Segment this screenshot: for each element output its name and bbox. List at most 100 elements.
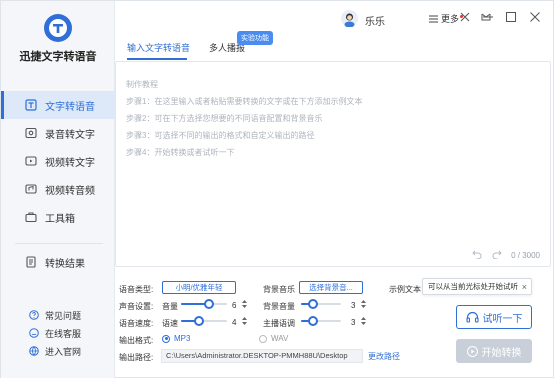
username[interactable]: 乐乐 — [365, 13, 385, 28]
rate-value: 4 — [232, 318, 237, 327]
experimental-badge: 实验功能 — [237, 31, 273, 45]
website-link[interactable]: 进入官网 — [1, 342, 115, 360]
active-tab-indicator — [127, 58, 187, 60]
bg-volume-stepper-icon[interactable] — [361, 299, 366, 309]
close-icon[interactable] — [529, 11, 541, 23]
pitch-slider-thumb[interactable] — [308, 316, 318, 326]
sidebar-item-label: 录音转文字 — [45, 129, 95, 141]
sidebar-item-label: 视频转文字 — [45, 157, 95, 169]
start-convert-button[interactable]: 开始转换 — [456, 339, 532, 363]
tab-input-text[interactable]: 输入文字转语音 — [127, 41, 190, 54]
headphones-icon — [465, 311, 479, 323]
rate-slider-thumb[interactable] — [194, 316, 205, 326]
pitch-stepper-icon[interactable] — [361, 316, 366, 326]
trial-listen-label: 试听一下 — [482, 313, 523, 325]
video-audio-icon — [25, 184, 37, 194]
start-convert-label: 开始转换 — [481, 347, 522, 359]
volume-value: 6 — [232, 301, 237, 310]
avatar[interactable] — [341, 10, 358, 27]
recording-icon — [25, 127, 37, 139]
faq-link[interactable]: 常见问题 — [1, 306, 115, 324]
sidebar-item-text-to-speech[interactable]: 文字转语音 — [1, 91, 115, 119]
rate-slider[interactable] — [181, 316, 227, 326]
tutorial-placeholder: 制作教程 步骤1：在这里输入或者粘贴需要转换的文字或在下方添加示例文本 步骤2：… — [126, 76, 362, 161]
format-mp3-label: MP3 — [174, 334, 191, 343]
pitch-slider[interactable] — [301, 316, 341, 326]
volume-stepper-icon[interactable] — [242, 299, 247, 309]
sidebar-nav: 文字转语音 录音转文字 视频转文字 视频转音频 工具箱 — [1, 91, 115, 231]
sidebar-item-toolbox[interactable]: 工具箱 — [1, 203, 115, 231]
voice-type-select[interactable]: 小明/优雅年轻 — [162, 281, 236, 294]
minimize-button-icon[interactable] — [482, 11, 494, 23]
undo-icon[interactable] — [472, 249, 482, 259]
more-label: 更多 — [441, 14, 460, 24]
more-menu[interactable]: 更多 — [429, 12, 464, 25]
bg-volume-label: 背景音量 — [263, 302, 295, 311]
bg-volume-slider[interactable] — [301, 299, 341, 309]
text-editor[interactable]: 制作教程 步骤1：在这里输入或者粘贴需要转换的文字或在下方添加示例文本 步骤2：… — [115, 61, 551, 267]
sidebar-item-results[interactable]: 转换结果 — [1, 248, 115, 276]
menu-icon — [429, 15, 438, 22]
redo-icon[interactable] — [492, 249, 502, 259]
maximize-icon[interactable] — [505, 11, 517, 23]
output-path-field[interactable]: C:\Users\Administrator.DESKTOP-PMMH88U\D… — [161, 349, 363, 363]
sidebar-item-recording-to-text[interactable]: 录音转文字 — [1, 119, 115, 147]
radio-circle — [259, 334, 267, 343]
format-wav-radio[interactable]: WAV — [259, 334, 288, 343]
sidebar-bottom-links: 常见问题 在线客服 进入官网 — [1, 306, 115, 360]
format-label: 输出格式: — [119, 336, 154, 345]
support-link-label: 在线客服 — [45, 328, 82, 339]
play-icon — [466, 345, 478, 357]
speed-label: 语音速度: — [119, 319, 154, 328]
sidebar-item-label: 转换结果 — [45, 258, 85, 270]
bg-music-select[interactable]: 选择背景音... — [299, 281, 363, 294]
voice-type-label: 语音类型: — [119, 285, 154, 294]
tutorial-step-4: 步骤4：开始转换或者试听一下 — [126, 148, 235, 157]
bg-volume-slider-thumb[interactable] — [308, 299, 318, 309]
website-link-label: 进入官网 — [45, 346, 82, 357]
support-icon — [29, 328, 39, 338]
tutorial-step-1: 步骤1：在这里输入或者粘贴需要转换的文字或在下方添加示例文本 — [126, 97, 363, 106]
pitch-value: 3 — [351, 318, 356, 327]
result-icon — [26, 256, 36, 268]
format-mp3-radio[interactable]: MP3 — [162, 334, 190, 343]
sidebar: 迅捷文字转语音 文字转语音 录音转文字 视频转文字 视频转音频 工具箱 转换结果… — [1, 1, 115, 378]
bg-music-label: 背景音乐 — [263, 285, 295, 294]
sample-text-label: 示例文本 — [389, 285, 421, 294]
skin-icon[interactable] — [459, 11, 471, 23]
voice-settings-label: 声音设置: — [119, 302, 154, 311]
bg-volume-value: 3 — [351, 301, 356, 310]
question-icon — [29, 310, 39, 320]
faq-link-label: 常见问题 — [45, 310, 82, 321]
toolbox-icon — [25, 212, 37, 223]
app-name: 迅捷文字转语音 — [19, 51, 97, 63]
sidebar-divider — [15, 243, 103, 244]
sidebar-item-label: 文字转语音 — [45, 101, 95, 113]
char-counter: 0 / 3000 — [511, 251, 540, 260]
tooltip-text: 可以从当前光标处开始试听 — [428, 282, 518, 291]
video-text-icon — [25, 156, 37, 166]
sidebar-item-video-to-audio[interactable]: 视频转音频 — [1, 175, 115, 203]
path-label: 输出路径: — [119, 353, 154, 362]
volume-slider[interactable] — [181, 299, 227, 309]
support-link[interactable]: 在线客服 — [1, 324, 115, 342]
sidebar-item-video-to-text[interactable]: 视频转文字 — [1, 147, 115, 175]
app-logo — [44, 14, 72, 42]
text-to-speech-icon — [25, 99, 37, 111]
radio-circle — [162, 334, 170, 343]
tooltip-close-icon[interactable]: × — [522, 282, 527, 292]
pitch-label: 主播语调 — [263, 319, 295, 328]
tutorial-title: 制作教程 — [126, 80, 158, 89]
sidebar-item-label: 工具箱 — [45, 213, 75, 225]
website-icon — [29, 346, 39, 356]
sidebar-item-label: 视频转音频 — [45, 185, 95, 197]
trial-listen-button[interactable]: 试听一下 — [456, 305, 532, 329]
volume-slider-thumb[interactable] — [203, 299, 214, 309]
tutorial-step-3: 步骤3：可选择不同的输出的格式和自定义输出的路径 — [126, 131, 315, 140]
trial-tooltip: 可以从当前光标处开始试听 × — [422, 278, 532, 295]
rate-stepper-icon[interactable] — [242, 316, 247, 326]
change-path-link[interactable]: 更改路径 — [368, 351, 400, 362]
volume-label: 音量 — [162, 302, 178, 311]
app-window: 迅捷文字转语音 文字转语音 录音转文字 视频转文字 视频转音频 工具箱 转换结果… — [0, 0, 554, 378]
tutorial-step-2: 步骤2：可在下方选择您想要的不同语音配置和背景音乐 — [126, 114, 323, 123]
